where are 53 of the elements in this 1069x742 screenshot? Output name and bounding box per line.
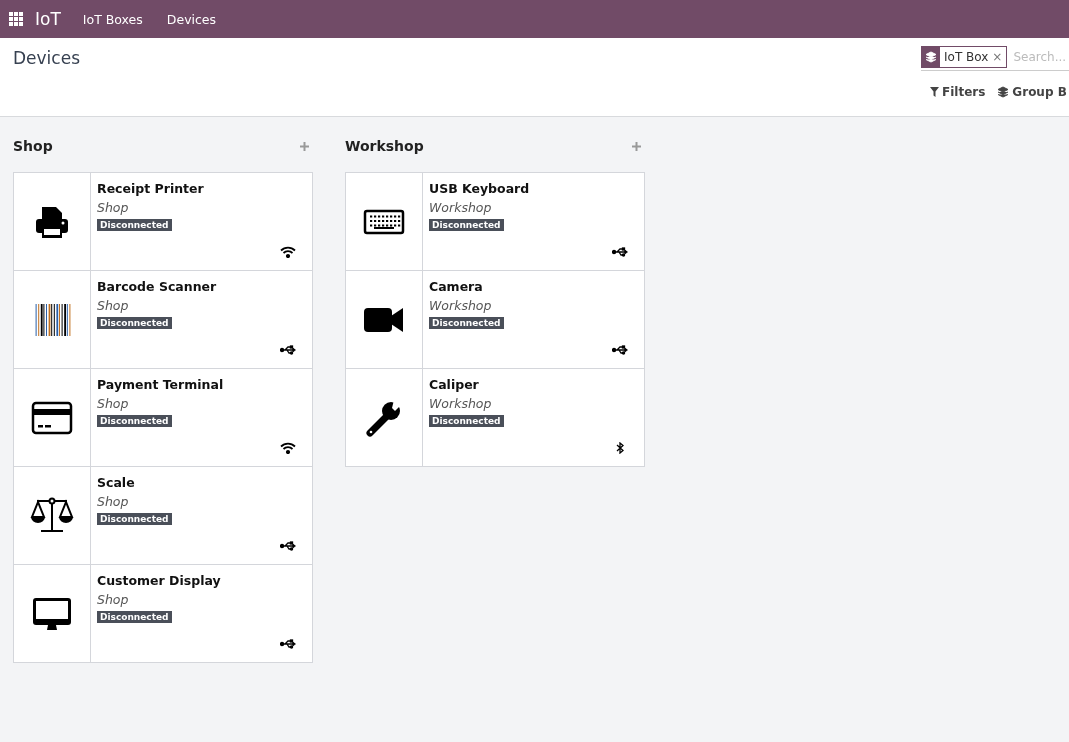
device-card[interactable]: Camera Workshop Disconnected [346,271,644,369]
search-facet[interactable]: IoT Box × [921,46,1008,68]
layers-icon [997,86,1010,98]
device-location: Shop [97,592,129,607]
device-name: Payment Terminal [97,377,224,392]
device-location: Shop [97,200,129,215]
wifi-icon [280,246,296,258]
layers-icon [922,47,940,67]
device-card[interactable]: USB Keyboard Workshop Disconnected [346,173,644,271]
device-location: Workshop [429,298,492,313]
status-badge: Disconnected [97,611,172,623]
device-location: Workshop [429,396,492,411]
device-location: Shop [97,494,129,509]
usb-icon [612,246,628,258]
device-card[interactable]: Receipt Printer Shop Disconnected [14,173,312,271]
status-badge: Disconnected [97,219,172,231]
column-title: Workshop [345,138,424,154]
remove-facet-icon[interactable]: × [992,50,1007,64]
device-name: USB Keyboard [429,181,530,196]
column-title: Shop [13,138,53,154]
status-badge: Disconnected [97,513,172,525]
device-location: Workshop [429,200,492,215]
usb-icon [280,638,296,650]
filters-button[interactable]: Filters [927,83,989,101]
device-card[interactable]: Scale Shop Disconnected [14,467,312,565]
filter-icon [930,87,939,97]
status-badge: Disconnected [429,317,504,329]
status-badge: Disconnected [97,317,172,329]
device-card[interactable]: Customer Display Shop Disconnected [14,565,312,663]
device-card[interactable]: Barcode Scanner Shop Disconnected [14,271,312,369]
device-name: Customer Display [97,573,221,588]
device-name: Camera [429,279,483,294]
device-location: Shop [97,396,129,411]
status-badge: Disconnected [429,219,504,231]
usb-icon [280,540,296,552]
app-name[interactable]: IoT [35,9,61,29]
wifi-icon [280,442,296,454]
page-title: Devices [13,48,80,68]
status-badge: Disconnected [429,415,504,427]
usb-icon [612,344,628,356]
device-card[interactable]: Caliper Workshop Disconnected [346,369,644,467]
device-name: Barcode Scanner [97,279,217,294]
group-by-button[interactable]: Group B [994,83,1069,101]
device-location: Shop [97,298,129,313]
device-name: Caliper [429,377,479,392]
menu-item[interactable]: IoT Boxes [82,11,143,27]
device-card[interactable]: Payment Terminal Shop Disconnected [14,369,312,467]
status-badge: Disconnected [97,415,172,427]
menu-item[interactable]: Devices [166,11,217,27]
apps-grid-icon[interactable] [9,12,23,26]
device-name: Receipt Printer [97,181,204,196]
device-name: Scale [97,475,135,490]
usb-icon [280,344,296,356]
